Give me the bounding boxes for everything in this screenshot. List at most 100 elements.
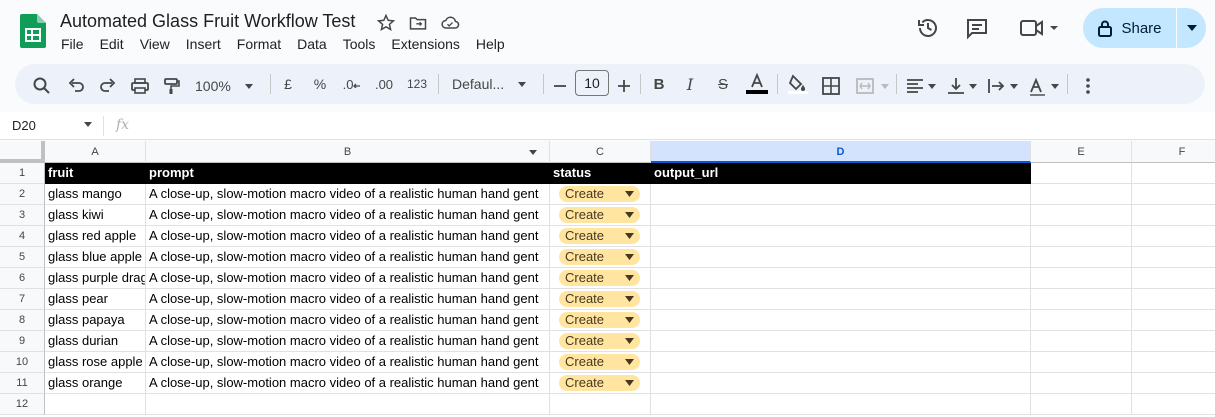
menu-edit[interactable]: Edit — [100, 36, 124, 52]
column-header-d[interactable]: D — [651, 141, 1031, 163]
undo-icon[interactable] — [66, 74, 86, 98]
table-cell[interactable] — [1132, 310, 1215, 331]
increase-font-size-icon[interactable] — [617, 74, 631, 98]
vertical-align-icon[interactable] — [946, 74, 978, 98]
column-header-a[interactable]: A — [45, 141, 146, 163]
menu-tools[interactable]: Tools — [343, 36, 376, 52]
table-cell[interactable] — [651, 205, 1031, 226]
menu-view[interactable]: View — [140, 36, 170, 52]
decrease-font-size-icon[interactable] — [553, 74, 567, 98]
table-cell[interactable] — [1031, 226, 1132, 247]
number-format-button[interactable]: 123 — [406, 72, 428, 96]
empty-cell[interactable] — [1031, 394, 1132, 415]
comments-icon[interactable] — [965, 16, 989, 40]
table-cell[interactable]: A close-up, slow-motion macro video of a… — [146, 352, 550, 373]
menu-help[interactable]: Help — [476, 36, 505, 52]
status-cell[interactable]: Create — [550, 268, 651, 289]
menu-insert[interactable]: Insert — [186, 36, 221, 52]
empty-cell[interactable] — [550, 394, 651, 415]
table-cell[interactable] — [1132, 226, 1215, 247]
status-cell[interactable]: Create — [550, 373, 651, 394]
menu-data[interactable]: Data — [297, 36, 327, 52]
table-cell[interactable] — [1132, 184, 1215, 205]
search-icon[interactable] — [32, 74, 52, 98]
row-header[interactable]: 11 — [0, 373, 45, 394]
menu-format[interactable]: Format — [237, 36, 281, 52]
table-cell[interactable]: glass papaya — [45, 310, 146, 331]
menu-extensions[interactable]: Extensions — [391, 36, 459, 52]
status-dropdown-chip[interactable]: Create — [559, 354, 640, 370]
status-dropdown-chip[interactable]: Create — [559, 312, 640, 328]
table-cell[interactable]: A close-up, slow-motion macro video of a… — [146, 310, 550, 331]
table-cell[interactable]: glass durian — [45, 331, 146, 352]
cloud-status-icon[interactable] — [440, 13, 460, 33]
column-header-f[interactable]: F — [1132, 141, 1215, 163]
status-cell[interactable]: Create — [550, 289, 651, 310]
menu-file[interactable]: File — [61, 36, 84, 52]
status-dropdown-chip[interactable]: Create — [559, 375, 640, 391]
format-currency-button[interactable]: £ — [280, 72, 296, 96]
empty-cell[interactable] — [651, 394, 1031, 415]
table-cell[interactable]: glass orange — [45, 373, 146, 394]
table-cell[interactable]: A close-up, slow-motion macro video of a… — [146, 226, 550, 247]
header-cell[interactable] — [1132, 163, 1215, 184]
status-dropdown-chip[interactable]: Create — [559, 228, 640, 244]
sheets-logo-icon[interactable] — [20, 14, 46, 48]
table-cell[interactable]: glass blue apple — [45, 247, 146, 268]
table-cell[interactable]: A close-up, slow-motion macro video of a… — [146, 289, 550, 310]
table-cell[interactable] — [1132, 352, 1215, 373]
table-cell[interactable] — [651, 373, 1031, 394]
table-cell[interactable] — [1031, 352, 1132, 373]
fill-color-icon[interactable] — [787, 73, 809, 95]
table-cell[interactable] — [651, 331, 1031, 352]
empty-cell[interactable] — [1132, 394, 1215, 415]
status-cell[interactable]: Create — [550, 184, 651, 205]
zoom-select[interactable]: 100% — [195, 74, 257, 98]
status-cell[interactable]: Create — [550, 331, 651, 352]
bold-button[interactable]: B — [652, 72, 666, 96]
star-icon[interactable] — [376, 13, 396, 33]
print-icon[interactable] — [130, 74, 150, 98]
table-cell[interactable]: glass pear — [45, 289, 146, 310]
table-cell[interactable]: A close-up, slow-motion macro video of a… — [146, 184, 550, 205]
table-cell[interactable] — [1031, 331, 1132, 352]
table-cell[interactable] — [1031, 289, 1132, 310]
table-cell[interactable]: glass red apple — [45, 226, 146, 247]
italic-button[interactable]: I — [683, 72, 697, 96]
status-cell[interactable]: Create — [550, 352, 651, 373]
row-header[interactable]: 6 — [0, 268, 45, 289]
select-all-corner[interactable] — [0, 141, 45, 163]
share-button[interactable]: Share — [1083, 8, 1176, 48]
table-cell[interactable] — [1031, 184, 1132, 205]
column-header-b[interactable]: B — [146, 141, 550, 163]
merge-cells-icon[interactable] — [855, 74, 893, 98]
text-rotation-icon[interactable] — [1028, 74, 1060, 98]
paint-format-icon[interactable] — [161, 74, 181, 98]
row-header[interactable]: 7 — [0, 289, 45, 310]
more-options-icon[interactable] — [1080, 74, 1096, 98]
header-cell[interactable] — [1031, 163, 1132, 184]
row-header[interactable]: 3 — [0, 205, 45, 226]
table-cell[interactable]: A close-up, slow-motion macro video of a… — [146, 331, 550, 352]
strikethrough-button[interactable]: S — [714, 72, 732, 96]
table-cell[interactable] — [1031, 247, 1132, 268]
redo-icon[interactable] — [98, 74, 118, 98]
share-options-button[interactable] — [1177, 8, 1206, 48]
row-header[interactable]: 2 — [0, 184, 45, 205]
status-cell[interactable]: Create — [550, 310, 651, 331]
table-cell[interactable]: A close-up, slow-motion macro video of a… — [146, 268, 550, 289]
meet-video-icon[interactable] — [1019, 16, 1063, 40]
table-cell[interactable] — [1132, 205, 1215, 226]
table-cell[interactable] — [651, 247, 1031, 268]
table-cell[interactable]: A close-up, slow-motion macro video of a… — [146, 247, 550, 268]
table-cell[interactable]: glass kiwi — [45, 205, 146, 226]
empty-cell[interactable] — [146, 394, 550, 415]
table-cell[interactable] — [1031, 310, 1132, 331]
row-header[interactable]: 8 — [0, 310, 45, 331]
version-history-icon[interactable] — [916, 16, 940, 40]
format-percent-button[interactable]: % — [311, 72, 329, 96]
status-dropdown-chip[interactable]: Create — [559, 186, 640, 202]
row-header[interactable]: 5 — [0, 247, 45, 268]
row-header[interactable]: 12 — [0, 394, 45, 415]
table-cell[interactable]: glass rose apple — [45, 352, 146, 373]
